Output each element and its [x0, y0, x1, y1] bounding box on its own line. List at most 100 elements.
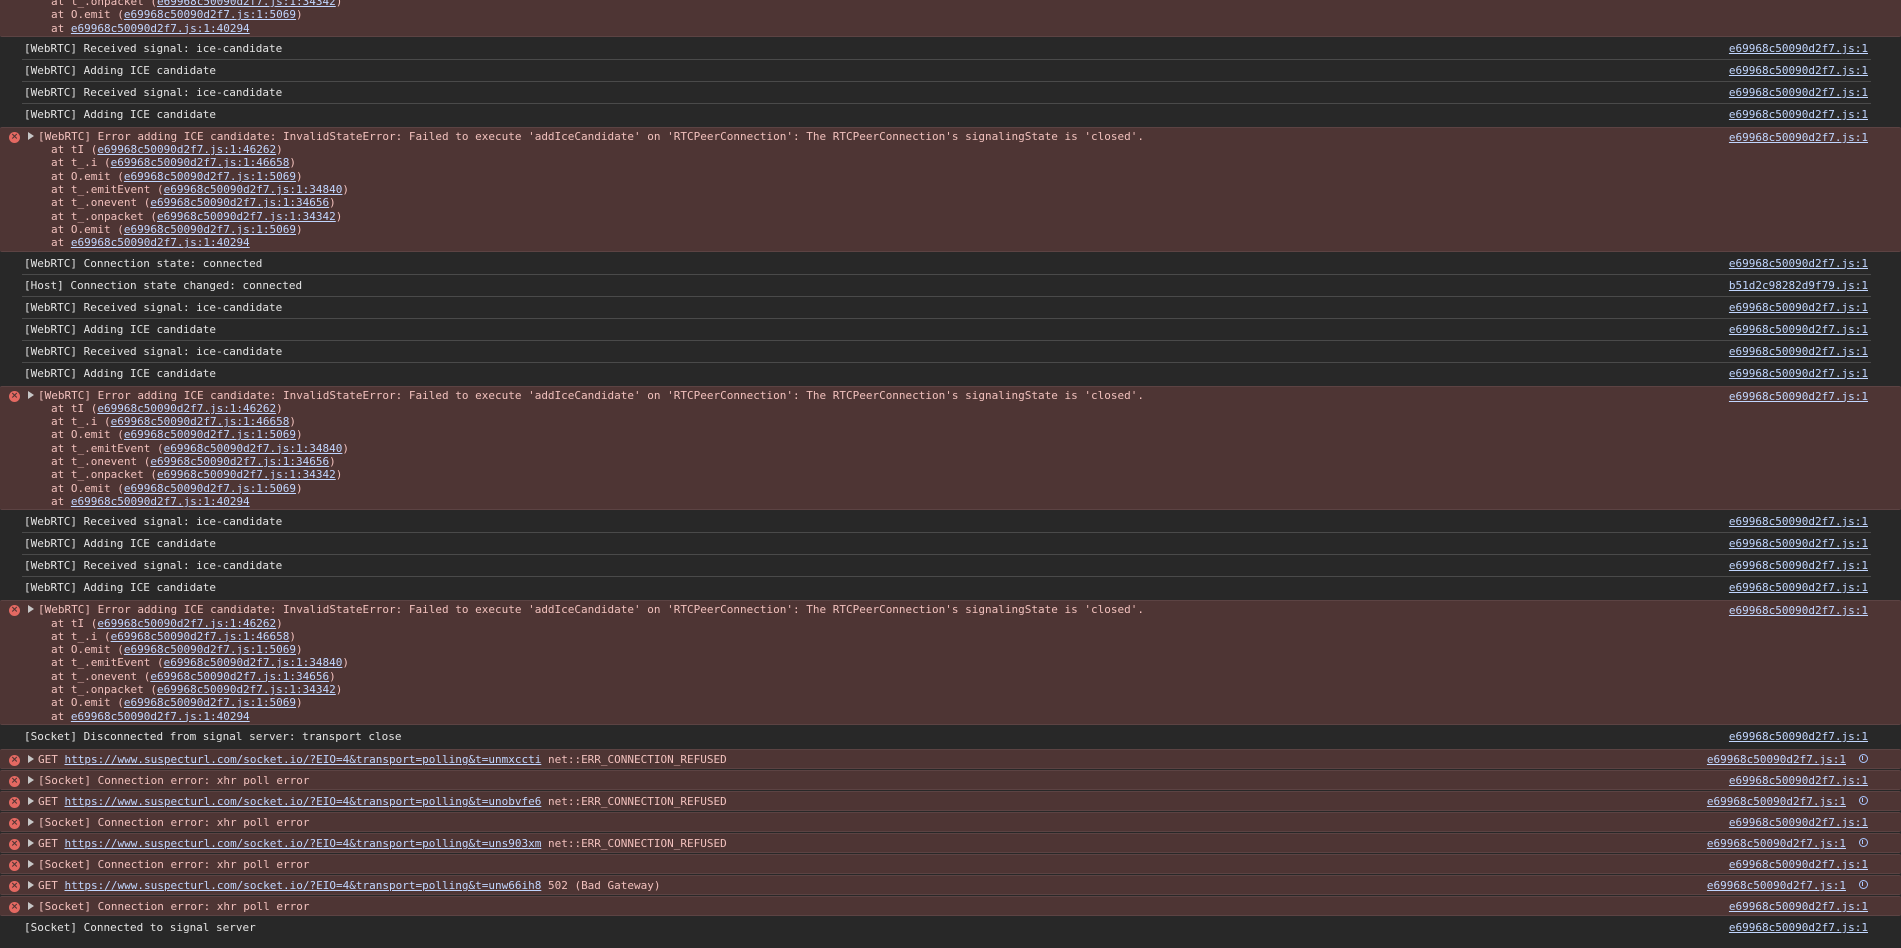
stack-frame-link[interactable]: e69968c50090d2f7.js:1:34656 — [150, 670, 329, 683]
source-link[interactable]: e69968c50090d2f7.js:1 — [1707, 795, 1846, 808]
network-request-icon[interactable] — [1859, 753, 1868, 763]
source-link[interactable]: e69968c50090d2f7.js:1 — [1707, 753, 1846, 766]
source-link[interactable]: e69968c50090d2f7.js:1 — [1729, 816, 1868, 829]
source-link[interactable]: e69968c50090d2f7.js:1 — [1729, 345, 1868, 358]
source-link[interactable]: e69968c50090d2f7.js:1 — [1729, 86, 1868, 99]
source-link[interactable]: e69968c50090d2f7.js:1 — [1729, 730, 1868, 743]
stack-frame-link[interactable]: e69968c50090d2f7.js:1:46658 — [111, 630, 290, 643]
source-link[interactable]: e69968c50090d2f7.js:1 — [1729, 108, 1868, 121]
stack-frame-link[interactable]: e69968c50090d2f7.js:1:46262 — [97, 402, 276, 415]
request-url-link[interactable]: https://www.suspecturl.com/socket.io/?EI… — [65, 795, 542, 808]
source-link[interactable]: e69968c50090d2f7.js:1 — [1729, 537, 1868, 550]
stack-frame-link[interactable]: e69968c50090d2f7.js:1:5069 — [124, 482, 296, 495]
stack-frame-link[interactable]: e69968c50090d2f7.js:1:5069 — [124, 696, 296, 709]
console-log-message: [WebRTC] Adding ICE candidate e69968c5009… — [0, 533, 1901, 556]
expand-triangle-icon[interactable] — [28, 754, 34, 763]
console-log-message: [WebRTC] Adding ICE candidate e69968c5009… — [0, 319, 1901, 341]
source-link[interactable]: e69968c50090d2f7.js:1 — [1729, 367, 1868, 380]
source-link[interactable]: e69968c50090d2f7.js:1 — [1729, 515, 1868, 528]
stack-frame-link[interactable]: e69968c50090d2f7.js:1:34840 — [164, 656, 343, 669]
stack-frame-link[interactable]: e69968c50090d2f7.js:1:5069 — [124, 428, 296, 441]
source-link[interactable]: e69968c50090d2f7.js:1 — [1729, 774, 1868, 787]
expand-triangle-icon[interactable] — [28, 859, 34, 868]
expand-triangle-icon[interactable] — [28, 880, 34, 889]
stack-frame-link[interactable]: e69968c50090d2f7.js:1:40294 — [71, 22, 250, 35]
stack-frame-link[interactable]: e69968c50090d2f7.js:1:34656 — [150, 455, 329, 468]
expand-triangle-icon[interactable] — [28, 817, 34, 826]
stack-frame-link[interactable]: e69968c50090d2f7.js:1:34656 — [150, 196, 329, 209]
request-url-link[interactable]: https://www.suspecturl.com/socket.io/?EI… — [65, 837, 542, 850]
console-log-message: [WebRTC] Adding ICE candidate e69968c5009… — [0, 363, 1901, 385]
expand-triangle-icon[interactable] — [28, 901, 34, 910]
console-log-message: [WebRTC] Received signal: ice-candidate e… — [0, 297, 1901, 319]
stack-frame: at t_.onpacket (e69968c50090d2f7.js:1:34… — [24, 0, 1893, 8]
stack-frame: at t_.i (e69968c50090d2f7.js:1:46658) — [51, 156, 297, 170]
source-link[interactable]: e69968c50090d2f7.js:1 — [1707, 879, 1846, 892]
stack-frame-link[interactable]: e69968c50090d2f7.js:1:34342 — [157, 468, 336, 481]
source-link[interactable]: e69968c50090d2f7.js:1 — [1729, 900, 1868, 913]
stack-frame-link[interactable]: e69968c50090d2f7.js:1:46658 — [111, 156, 290, 169]
source-link[interactable]: e69968c50090d2f7.js:1 — [1729, 42, 1868, 55]
error-text: [WebRTC] Error adding ICE candidate: Inv… — [38, 388, 1144, 402]
console-error-message: × [WebRTC] Error adding ICE candidate: In… — [0, 385, 1901, 511]
stack-frame-link[interactable]: e69968c50090d2f7.js:1:5069 — [124, 223, 296, 236]
expand-triangle-icon[interactable] — [28, 131, 34, 140]
console-log-message: [WebRTC] Adding ICE candidate e69968c5009… — [0, 104, 1901, 126]
source-link[interactable]: e69968c50090d2f7.js:1 — [1729, 858, 1868, 871]
error-circle-icon: × — [9, 131, 20, 143]
log-text: [WebRTC] Adding ICE candidate — [24, 107, 217, 121]
stack-frame-link[interactable]: e69968c50090d2f7.js:1:34840 — [164, 183, 343, 196]
stack-frame: at O.emit (e69968c50090d2f7.js:1:5069) — [51, 643, 303, 657]
error-header[interactable]: [WebRTC] Error adding ICE candidate: Inv… — [0, 389, 1893, 402]
stack-frame: at e69968c50090d2f7.js:1:40294 — [51, 236, 250, 250]
stack-frame-link[interactable]: e69968c50090d2f7.js:1:40294 — [71, 236, 250, 249]
stack-frame-link[interactable]: e69968c50090d2f7.js:1:46262 — [97, 617, 276, 630]
expand-triangle-icon[interactable] — [28, 605, 34, 614]
log-text: [WebRTC] Adding ICE candidate — [24, 366, 217, 380]
network-request-icon[interactable] — [1859, 837, 1868, 847]
expand-triangle-icon[interactable] — [28, 390, 34, 399]
expand-triangle-icon[interactable] — [28, 796, 34, 805]
source-link[interactable]: e69968c50090d2f7.js:1 — [1729, 257, 1868, 270]
stack-frame-link[interactable]: e69968c50090d2f7.js:1:5069 — [124, 643, 296, 656]
stack-frame: at e69968c50090d2f7.js:1:40294 — [51, 709, 250, 723]
source-link[interactable]: e69968c50090d2f7.js:1 — [1729, 921, 1868, 934]
stack-frame-link[interactable]: e69968c50090d2f7.js:1:34342 — [157, 210, 336, 223]
source-link[interactable]: b51d2c98282d9f79.js:1 — [1729, 279, 1868, 292]
expand-triangle-icon[interactable] — [28, 775, 34, 784]
request-url-link[interactable]: https://www.suspecturl.com/socket.io/?EI… — [65, 879, 542, 892]
stack-frame-link[interactable]: e69968c50090d2f7.js:1:46658 — [111, 415, 290, 428]
source-link[interactable]: e69968c50090d2f7.js:1 — [1729, 131, 1868, 144]
stack-frame-link[interactable]: e69968c50090d2f7.js:1:5069 — [124, 8, 296, 21]
stack-frame-link[interactable]: e69968c50090d2f7.js:1:34840 — [164, 442, 343, 455]
error-header[interactable]: [WebRTC] Error adding ICE candidate: Inv… — [0, 603, 1893, 616]
error-circle-icon: × — [9, 390, 20, 402]
error-header[interactable]: [WebRTC] Error adding ICE candidate: Inv… — [0, 130, 1893, 143]
network-request-icon[interactable] — [1859, 795, 1868, 805]
stack-frame-link[interactable]: e69968c50090d2f7.js:1:34342 — [157, 683, 336, 696]
source-link[interactable]: e69968c50090d2f7.js:1 — [1729, 604, 1868, 617]
log-text: [WebRTC] Adding ICE candidate — [24, 581, 217, 595]
log-text: [WebRTC] Received signal: ice-candidate — [24, 344, 283, 358]
stack-frame-link[interactable]: e69968c50090d2f7.js:1:40294 — [71, 495, 250, 508]
error-circle-icon: × — [9, 796, 20, 808]
stack-frame-link[interactable]: e69968c50090d2f7.js:1:40294 — [71, 710, 250, 723]
source-link[interactable]: e69968c50090d2f7.js:1 — [1729, 64, 1868, 77]
source-link[interactable]: e69968c50090d2f7.js:1 — [1729, 559, 1868, 572]
stack-frame-link[interactable]: e69968c50090d2f7.js:1:34342 — [157, 0, 336, 8]
request-url-link[interactable]: https://www.suspecturl.com/socket.io/?EI… — [65, 753, 542, 766]
source-link[interactable]: e69968c50090d2f7.js:1 — [1729, 301, 1868, 314]
stack-frame-link[interactable]: e69968c50090d2f7.js:1:46262 — [97, 143, 276, 156]
expand-triangle-icon[interactable] — [28, 838, 34, 847]
network-request-icon[interactable] — [1859, 879, 1868, 889]
source-link[interactable]: e69968c50090d2f7.js:1 — [1707, 837, 1846, 850]
network-error-message: × GET https://www.suspecturl.com/socket.i… — [0, 790, 1901, 811]
network-error-message: × GET https://www.suspecturl.com/socket.i… — [0, 832, 1901, 853]
log-text: [Socket] Connected to signal server — [24, 920, 256, 934]
console-error-message: at t_.onpacket (e69968c50090d2f7.js:1:34… — [0, 0, 1901, 37]
source-link[interactable]: e69968c50090d2f7.js:1 — [1729, 581, 1868, 594]
stack-frame-link[interactable]: e69968c50090d2f7.js:1:5069 — [124, 170, 296, 183]
log-text: [WebRTC] Received signal: ice-candidate — [24, 41, 283, 55]
source-link[interactable]: e69968c50090d2f7.js:1 — [1729, 323, 1868, 336]
source-link[interactable]: e69968c50090d2f7.js:1 — [1729, 390, 1868, 403]
